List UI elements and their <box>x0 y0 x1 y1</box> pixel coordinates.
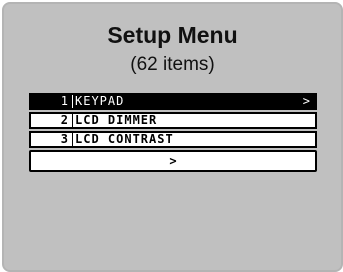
menu-item-lcd-dimmer[interactable]: 2 LCD DIMMER <box>29 112 317 129</box>
menu-item-keypad[interactable]: 1 KEYPAD > <box>29 93 317 110</box>
screen-title: Setup Menu <box>107 22 238 48</box>
menu-item-divider <box>72 114 73 127</box>
menu-item-divider <box>72 133 73 146</box>
setup-menu-list: 1 KEYPAD > 2 LCD DIMMER 3 LCD CONTRAST > <box>29 93 317 172</box>
menu-item-number: 3 <box>60 132 69 146</box>
menu-item-label: LCD CONTRAST <box>75 132 174 146</box>
menu-item-divider <box>72 95 73 108</box>
chevron-right-icon: > <box>169 154 177 168</box>
chevron-right-icon: > <box>302 94 311 108</box>
menu-item-number: 1 <box>60 94 69 108</box>
menu-item-lcd-contrast[interactable]: 3 LCD CONTRAST <box>29 131 317 148</box>
more-items-button[interactable]: > <box>29 150 317 172</box>
menu-item-label: KEYPAD <box>75 94 125 108</box>
menu-item-number: 2 <box>60 113 69 127</box>
menu-item-label: LCD DIMMER <box>75 113 158 127</box>
item-count-subtitle: (62 items) <box>130 54 215 75</box>
